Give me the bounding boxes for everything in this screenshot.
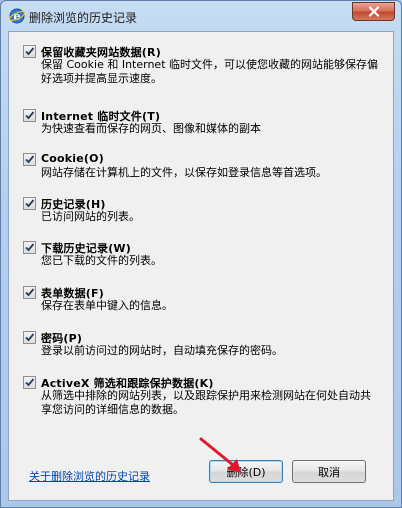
checkmark-icon bbox=[25, 243, 35, 252]
option-title: Cookie(O) bbox=[41, 152, 104, 165]
close-button[interactable] bbox=[352, 2, 395, 21]
about-deleting-history-link[interactable]: 关于删除浏览的历史记录 bbox=[29, 468, 150, 484]
checkmark-icon bbox=[25, 47, 35, 56]
option-checkbox[interactable] bbox=[23, 153, 36, 166]
option-checkbox[interactable] bbox=[23, 197, 36, 210]
option-description: 您已下载的文件的列表。 bbox=[41, 254, 162, 267]
option-checkbox[interactable] bbox=[23, 331, 36, 344]
option-description: 保留 Cookie 和 Internet 临时文件，可以使您收藏的网站能够保存偏… bbox=[41, 58, 378, 85]
option-description: 网站存储在计算机上的文件，以保存如登录信息等首选项。 bbox=[41, 166, 327, 179]
checkmark-icon bbox=[25, 288, 35, 297]
red-arrow-icon bbox=[199, 437, 241, 473]
cancel-button[interactable]: 取消 bbox=[292, 460, 366, 483]
checkmark-icon bbox=[25, 199, 35, 208]
option-description: 保存在表单中键入的信息。 bbox=[41, 299, 173, 312]
option-checkbox[interactable] bbox=[23, 241, 36, 254]
internet-explorer-icon: e bbox=[9, 8, 25, 24]
checkmark-icon bbox=[25, 155, 35, 164]
option-checkbox[interactable] bbox=[23, 376, 36, 389]
dialog-client-area: 保留收藏夹网站数据(R) 保留 Cookie 和 Internet 临时文件，可… bbox=[8, 31, 394, 501]
window-title: 删除浏览的历史记录 bbox=[29, 11, 138, 25]
option-description: 从筛选中排除的网站列表，以及跟踪保护用来检测网站在何处自动共享您访问的详细信息的… bbox=[41, 389, 371, 416]
option-description: 已访问网站的列表。 bbox=[41, 210, 140, 223]
option-description: 登录以前访问过的网站时，自动填充保存的密码。 bbox=[41, 344, 283, 357]
title-bar[interactable]: e 删除浏览的历史记录 bbox=[1, 1, 401, 31]
dialog-window: e 删除浏览的历史记录 保留收藏夹网站数据(R) 保留 Cookie 和 Int… bbox=[0, 0, 402, 508]
option-checkbox[interactable] bbox=[23, 109, 36, 122]
checkmark-icon bbox=[25, 333, 35, 342]
close-icon bbox=[368, 6, 379, 17]
option-checkbox[interactable] bbox=[23, 45, 36, 58]
checkmark-icon bbox=[25, 111, 35, 120]
option-description: 为快速查看而保存的网页、图像和媒体的副本 bbox=[41, 122, 261, 135]
checkmark-icon bbox=[25, 378, 35, 387]
option-checkbox[interactable] bbox=[23, 286, 36, 299]
